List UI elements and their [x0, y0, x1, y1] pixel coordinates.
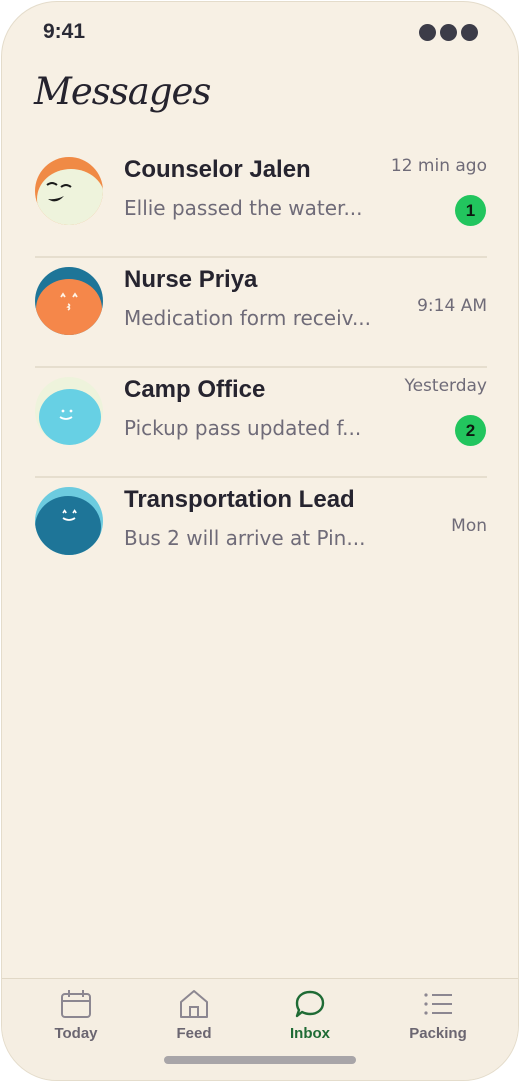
- tab-feed[interactable]: Feed: [144, 989, 244, 1042]
- conversation-row-camp-office[interactable]: Camp Office Pickup pass updated f... Yes…: [35, 368, 487, 478]
- tab-today[interactable]: Today: [26, 989, 126, 1042]
- message-preview: Bus 2 will arrive at Pin...: [124, 526, 366, 550]
- home-icon: [180, 990, 208, 1018]
- message-time: Yesterday: [404, 376, 487, 396]
- avatar-nurse-priya: [35, 267, 103, 335]
- message-time: Mon: [451, 516, 487, 536]
- list-icon: [424, 993, 452, 1015]
- tab-label: Feed: [176, 1025, 212, 1042]
- calendar-icon: [61, 990, 91, 1018]
- contact-name: Camp Office: [124, 376, 266, 403]
- unread-badge: 1: [455, 195, 486, 226]
- signal-dots-icon: [419, 24, 478, 41]
- conversation-row-transportation-lead[interactable]: Transportation Lead Bus 2 will arrive at…: [35, 478, 487, 586]
- avatar-counselor-jalen: [35, 157, 103, 225]
- contact-name: Transportation Lead: [124, 486, 355, 513]
- tab-inbox[interactable]: Inbox: [260, 989, 360, 1042]
- message-preview: Medication form receiv...: [124, 306, 372, 330]
- chat-bubble-icon: [295, 990, 325, 1018]
- message-preview: Pickup pass updated f...: [124, 416, 362, 440]
- avatar-camp-office: [35, 377, 103, 445]
- page-title: Messages: [34, 70, 211, 113]
- tab-label: Packing: [409, 1025, 467, 1042]
- tab-bar: Today Feed Inbox Packing: [2, 978, 518, 1080]
- conversation-row-counselor-jalen[interactable]: Counselor Jalen Ellie passed the water..…: [35, 148, 487, 258]
- message-time: 12 min ago: [390, 156, 487, 176]
- avatar-transportation-lead: [35, 487, 103, 555]
- status-bar: 9:41: [2, 2, 518, 66]
- tab-packing[interactable]: Packing: [388, 989, 488, 1042]
- conversation-list: Counselor Jalen Ellie passed the water..…: [35, 148, 487, 586]
- tab-label: Today: [54, 1025, 98, 1042]
- unread-badge: 2: [455, 415, 486, 446]
- contact-name: Nurse Priya: [124, 266, 258, 293]
- status-time: 9:41: [43, 20, 86, 43]
- conversation-row-nurse-priya[interactable]: Nurse Priya Medication form receiv... 9:…: [35, 258, 487, 368]
- message-time: 9:14 AM: [417, 296, 487, 316]
- tab-label: Inbox: [290, 1025, 330, 1042]
- message-preview: Ellie passed the water...: [124, 196, 363, 220]
- phone-frame: 9:41 Messages Counselor Jalen Ellie pass…: [1, 1, 519, 1081]
- contact-name: Counselor Jalen: [124, 156, 311, 183]
- home-indicator[interactable]: [164, 1056, 356, 1064]
